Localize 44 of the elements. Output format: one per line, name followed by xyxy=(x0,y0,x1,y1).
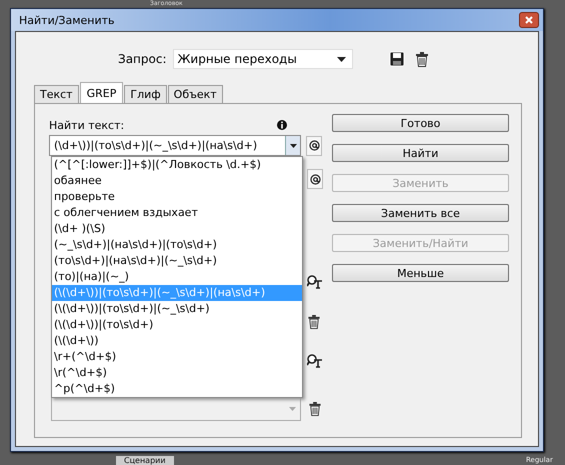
dropdown-option[interactable]: (то)|(на)|(~_) xyxy=(52,269,302,285)
panel-tab[interactable]: Сценарии xyxy=(116,456,174,465)
format-search-icon[interactable] xyxy=(307,275,323,289)
action-button[interactable]: Заменить все xyxy=(332,204,509,222)
dropdown-option[interactable]: (\(\d+\)) xyxy=(52,333,302,349)
window-title: Найти/Заменить xyxy=(19,14,115,26)
trash-icon[interactable] xyxy=(308,315,320,329)
save-icon[interactable] xyxy=(390,52,404,66)
query-dropdown[interactable]: Жирные переходы xyxy=(172,49,352,69)
action-button[interactable]: Меньше xyxy=(332,264,509,282)
special-characters-button[interactable] xyxy=(306,136,322,156)
dropdown-option[interactable]: (\(\d+\))|(то\s\d+) xyxy=(52,317,302,333)
tab[interactable]: Объект xyxy=(168,85,223,103)
at-sign-icon xyxy=(308,140,320,151)
info-icon[interactable] xyxy=(277,120,287,130)
trash-icon[interactable] xyxy=(416,52,428,66)
dropdown-option[interactable]: с облегчением вздыхает xyxy=(52,205,302,221)
close-icon xyxy=(525,16,533,24)
tab[interactable]: Глиф xyxy=(124,85,167,103)
action-button[interactable]: Готово xyxy=(332,114,509,132)
at-sign-icon xyxy=(310,174,320,184)
dropdown-option[interactable]: \r(^\d+$) xyxy=(52,365,302,381)
dropdown-option[interactable]: проверьте xyxy=(52,189,302,205)
special-characters-button[interactable] xyxy=(307,169,323,189)
close-button[interactable] xyxy=(519,12,539,28)
trash-icon[interactable] xyxy=(309,402,321,416)
find-field[interactable]: (\d+\))|(то\s\d+)|(~_\s\d+)|(на\s\d+) xyxy=(49,135,301,156)
dropdown-option[interactable]: (\d+ )(\S) xyxy=(52,221,302,237)
dropdown-option[interactable]: обаянее xyxy=(52,173,302,189)
dropdown-option[interactable]: \r+(^\d+$) xyxy=(52,349,302,365)
find-label: Найти текст: xyxy=(49,118,124,132)
dropdown-option[interactable]: (~_\s\d+)|(на\s\d+)|(то\s\d+) xyxy=(52,237,302,253)
caret-icon xyxy=(290,144,296,148)
dropdown-option[interactable]: (^[^[:lower:]]+$)|(^Ловкость \d.+$) xyxy=(52,157,302,173)
action-button[interactable]: Найти xyxy=(332,144,509,162)
dropdown-option[interactable]: (\(\d+\))|(то\s\d+)|(~_\s\d+) xyxy=(52,301,302,317)
tab[interactable]: GREP xyxy=(80,82,124,103)
dropdown-option[interactable]: (то\s\d+)|(на\s\d+)|(~_\s\d+) xyxy=(52,253,302,269)
caret-icon xyxy=(336,56,346,62)
dropdown-option[interactable]: ^p(^\d+$) xyxy=(52,381,302,397)
format-search-icon[interactable] xyxy=(307,354,323,368)
tab[interactable]: Текст xyxy=(34,85,79,103)
query-label: Запрос: xyxy=(118,52,166,66)
caret-icon xyxy=(289,407,296,411)
